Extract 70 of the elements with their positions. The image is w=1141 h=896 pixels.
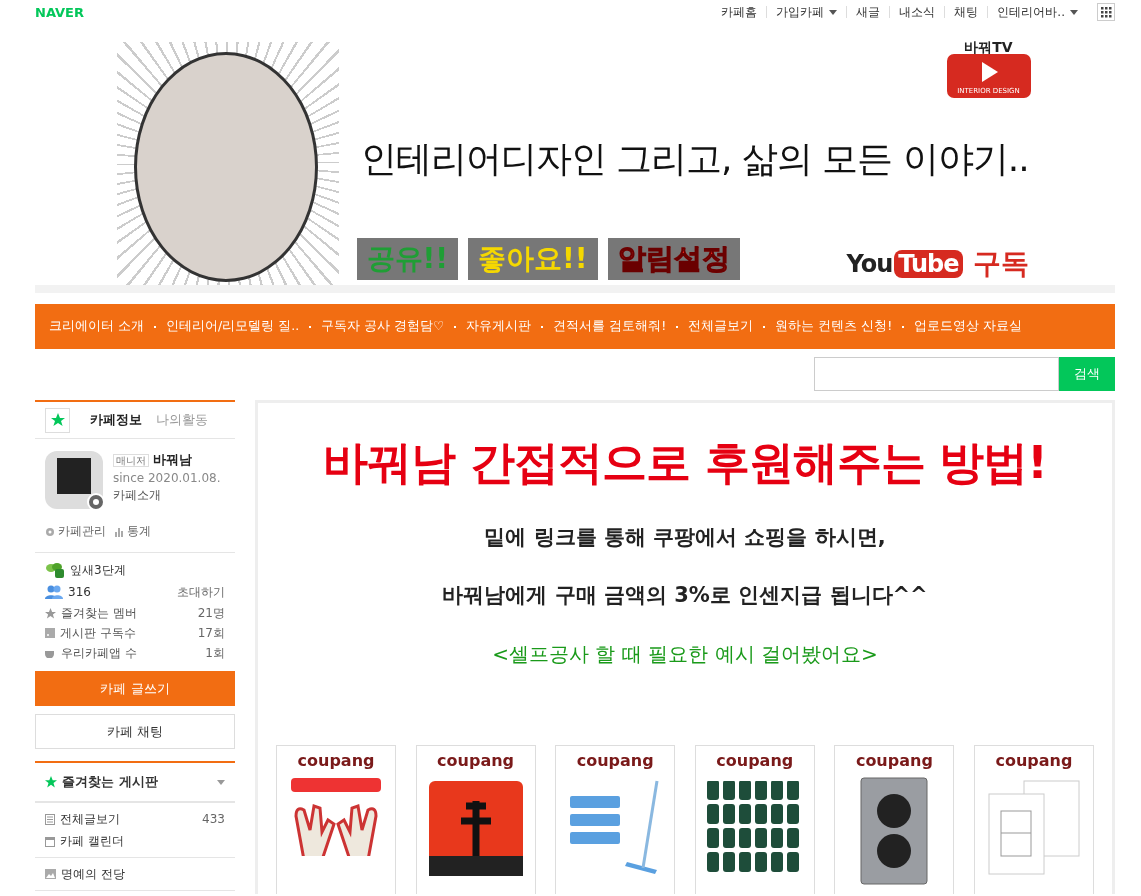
- stat-label: 즐겨찾는 멤버: [61, 604, 137, 622]
- top-link[interactable]: 내소식: [889, 6, 945, 18]
- bar-chart-icon: [114, 526, 124, 537]
- product-card[interactable]: coupang: [555, 745, 676, 894]
- rss-icon: [45, 628, 55, 638]
- member-count: 316: [68, 585, 91, 599]
- post-text: 밑에 링크를 통해 쿠팡에서 쇼핑을 하시면,: [483, 524, 887, 551]
- favorites-title: 즐겨찾는 게시판: [62, 773, 158, 791]
- photo-placeholder: [57, 458, 91, 494]
- caret-icon: [1070, 9, 1078, 15]
- caret-icon[interactable]: [217, 779, 225, 785]
- top-link[interactable]: 채팅: [944, 6, 988, 18]
- star-icon: [45, 607, 56, 619]
- stat-label: 우리카페앱 수: [61, 644, 137, 662]
- stat-value: 17회: [197, 624, 225, 642]
- gear-icon[interactable]: [87, 493, 105, 511]
- banner-headline: 인테리어디자인 그리고, 삶의 모든 이야기..: [360, 137, 1029, 181]
- channel-name: 바꿔TV: [963, 40, 1014, 54]
- top-link[interactable]: 인테리어바..: [987, 6, 1087, 18]
- product-card[interactable]: coupang: [694, 745, 815, 894]
- sidebar-tab[interactable]: 카페정보: [90, 411, 142, 429]
- image-icon: [45, 869, 56, 879]
- caret-icon: [829, 9, 838, 15]
- invite-link[interactable]: 초대하기: [177, 583, 225, 601]
- brand-logo: coupang: [436, 751, 516, 770]
- post-text: 바꿔남에게 구매 금액의 3%로 인센지급 됩니다^^: [441, 582, 929, 609]
- stat-value: 21명: [197, 604, 225, 622]
- product-card[interactable]: coupang: [415, 745, 536, 894]
- star-icon: [45, 776, 57, 788]
- cup-icon: [45, 648, 56, 658]
- cafe-level: 잎새3단계: [70, 561, 126, 579]
- post-note: <셀프공사 할 때 필요한 예시 걸어봤어요>: [491, 641, 879, 668]
- gear-icon: [45, 526, 55, 537]
- brand-logo: coupang: [854, 751, 934, 770]
- manager-tag: 매니저: [113, 454, 149, 467]
- product-card[interactable]: coupang: [973, 745, 1094, 894]
- board-link[interactable]: 명예의 전당: [35, 863, 235, 885]
- stat-label: 게시판 구독수: [60, 624, 136, 642]
- search-field[interactable]: [814, 357, 1059, 391]
- admin-link[interactable]: 카페관리: [45, 523, 106, 540]
- apps-grid-icon[interactable]: [1097, 3, 1115, 21]
- post-title: 바꿔남 간접적으로 후원해주는 방법!: [322, 435, 1048, 491]
- banner-badge: 좋아요!!: [468, 238, 598, 280]
- favorite-star-button[interactable]: [45, 407, 70, 433]
- product-card[interactable]: coupang: [276, 745, 396, 894]
- members-icon: [45, 585, 63, 599]
- brand-logo: coupang: [715, 751, 795, 770]
- stat-value: 1회: [205, 644, 225, 662]
- brand-logo: coupang: [575, 751, 655, 770]
- cafe-intro-link[interactable]: 카페소개: [113, 487, 221, 504]
- subscribe-text: 구독: [972, 246, 1029, 282]
- board-link[interactable]: 전체글보기 433: [35, 808, 235, 830]
- brand-logo: coupang: [994, 751, 1074, 770]
- youtube-logo: You Tube: [846, 250, 963, 278]
- document-icon: [45, 813, 55, 825]
- chat-button[interactable]: 카페 채팅: [35, 714, 235, 749]
- banner-badge: 알림설정: [607, 238, 740, 280]
- leaf-level-icon: [45, 562, 65, 578]
- admin-link[interactable]: 통계: [114, 523, 151, 540]
- since-date: since 2020.01.08.: [113, 471, 221, 485]
- top-link[interactable]: 카페홈: [712, 6, 767, 18]
- manager-name[interactable]: 바꿔남: [153, 452, 192, 467]
- calendar-icon: [45, 835, 55, 847]
- banner-badge: 공유!!: [356, 238, 459, 280]
- board-link[interactable]: 카페 캘린더: [35, 830, 235, 852]
- product-card[interactable]: coupang: [834, 745, 955, 894]
- top-link[interactable]: 가입카페: [766, 6, 847, 18]
- top-link[interactable]: 새글: [846, 6, 890, 18]
- star-icon: [50, 413, 65, 427]
- brand-logo: coupang: [296, 751, 376, 770]
